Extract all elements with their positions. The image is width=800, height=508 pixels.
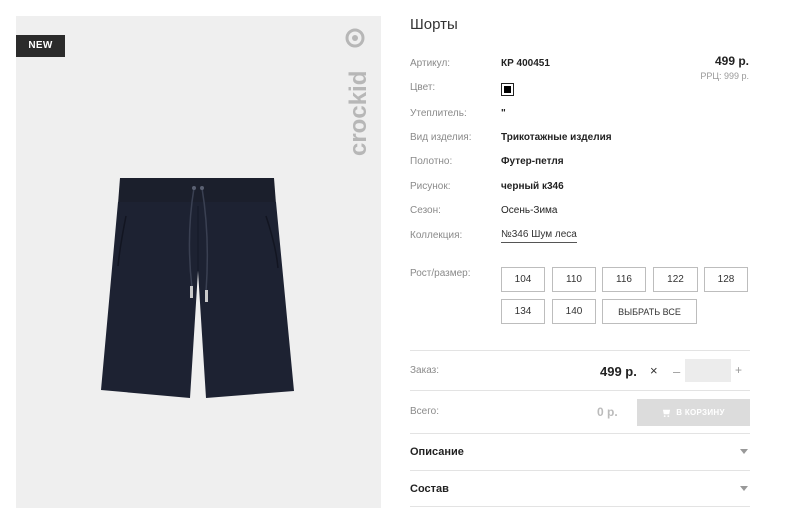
size-option-134[interactable]: 134 <box>501 299 545 324</box>
divider <box>410 506 750 507</box>
divider <box>410 390 750 391</box>
total-value: 0 р. <box>597 405 618 419</box>
attr-label-pattern: Рисунок: <box>410 181 451 192</box>
order-label: Заказ: <box>410 365 440 376</box>
add-to-cart-label: В КОРЗИНУ <box>676 408 725 417</box>
attr-value-season: Осень-Зима <box>501 205 558 216</box>
size-option-116[interactable]: 116 <box>602 267 646 292</box>
cart-icon <box>663 409 671 417</box>
size-label: Рост/размер: <box>410 268 471 279</box>
attr-value-collection[interactable]: №346 Шум леса <box>501 229 577 243</box>
size-option-122[interactable]: 122 <box>653 267 698 292</box>
attr-label-color: Цвет: <box>410 82 436 93</box>
accordion-composition-title[interactable]: Состав <box>410 483 449 495</box>
product-image-panel: NEW crockid <box>16 16 381 508</box>
shorts-image <box>101 178 294 398</box>
plus-icon[interactable]: + <box>735 363 742 377</box>
brand-name: crockid <box>345 71 372 156</box>
size-option-140[interactable]: 140 <box>552 299 596 324</box>
times-icon: × <box>650 363 658 378</box>
add-to-cart-button[interactable]: В КОРЗИНУ <box>637 399 750 426</box>
attr-label-insulation: Утеплитель: <box>410 108 467 119</box>
size-option-104[interactable]: 104 <box>501 267 545 292</box>
attr-label-collection: Коллекция: <box>410 230 463 241</box>
attr-label-fabric: Полотно: <box>410 156 453 167</box>
accordion-description-title[interactable]: Описание <box>410 446 464 458</box>
new-badge: NEW <box>16 35 65 57</box>
attr-value-insulation: " <box>501 108 506 119</box>
total-label: Всего: <box>410 406 439 417</box>
attr-value-pattern: черный к346 <box>501 181 564 192</box>
attr-label-article: Артикул: <box>410 58 451 69</box>
recommended-price: РРЦ: 999 р. <box>700 71 749 81</box>
crockid-logo-icon: crockid <box>345 28 372 156</box>
divider <box>410 350 750 351</box>
select-all-sizes-button[interactable]: ВЫБРАТЬ ВСЕ <box>602 299 697 324</box>
color-swatch[interactable] <box>501 83 514 96</box>
order-price: 499 р. <box>600 364 637 379</box>
chevron-down-icon[interactable] <box>740 486 748 491</box>
attr-label-season: Сезон: <box>410 205 441 216</box>
size-option-110[interactable]: 110 <box>552 267 596 292</box>
divider <box>410 470 750 471</box>
attr-label-type: Вид изделия: <box>410 132 472 143</box>
attr-value-fabric: Футер-петля <box>501 156 564 167</box>
minus-icon[interactable]: – <box>673 364 680 379</box>
chevron-down-icon[interactable] <box>740 449 748 454</box>
divider <box>410 433 750 434</box>
product-title: Шорты <box>410 16 458 33</box>
collection-link[interactable]: №346 Шум леса <box>501 229 577 243</box>
size-option-128[interactable]: 128 <box>704 267 748 292</box>
attr-value-type: Трикотажные изделия <box>501 132 612 143</box>
quantity-input[interactable] <box>685 359 731 382</box>
attr-value-article: КР 400451 <box>501 58 550 69</box>
product-price: 499 р. <box>714 54 749 68</box>
